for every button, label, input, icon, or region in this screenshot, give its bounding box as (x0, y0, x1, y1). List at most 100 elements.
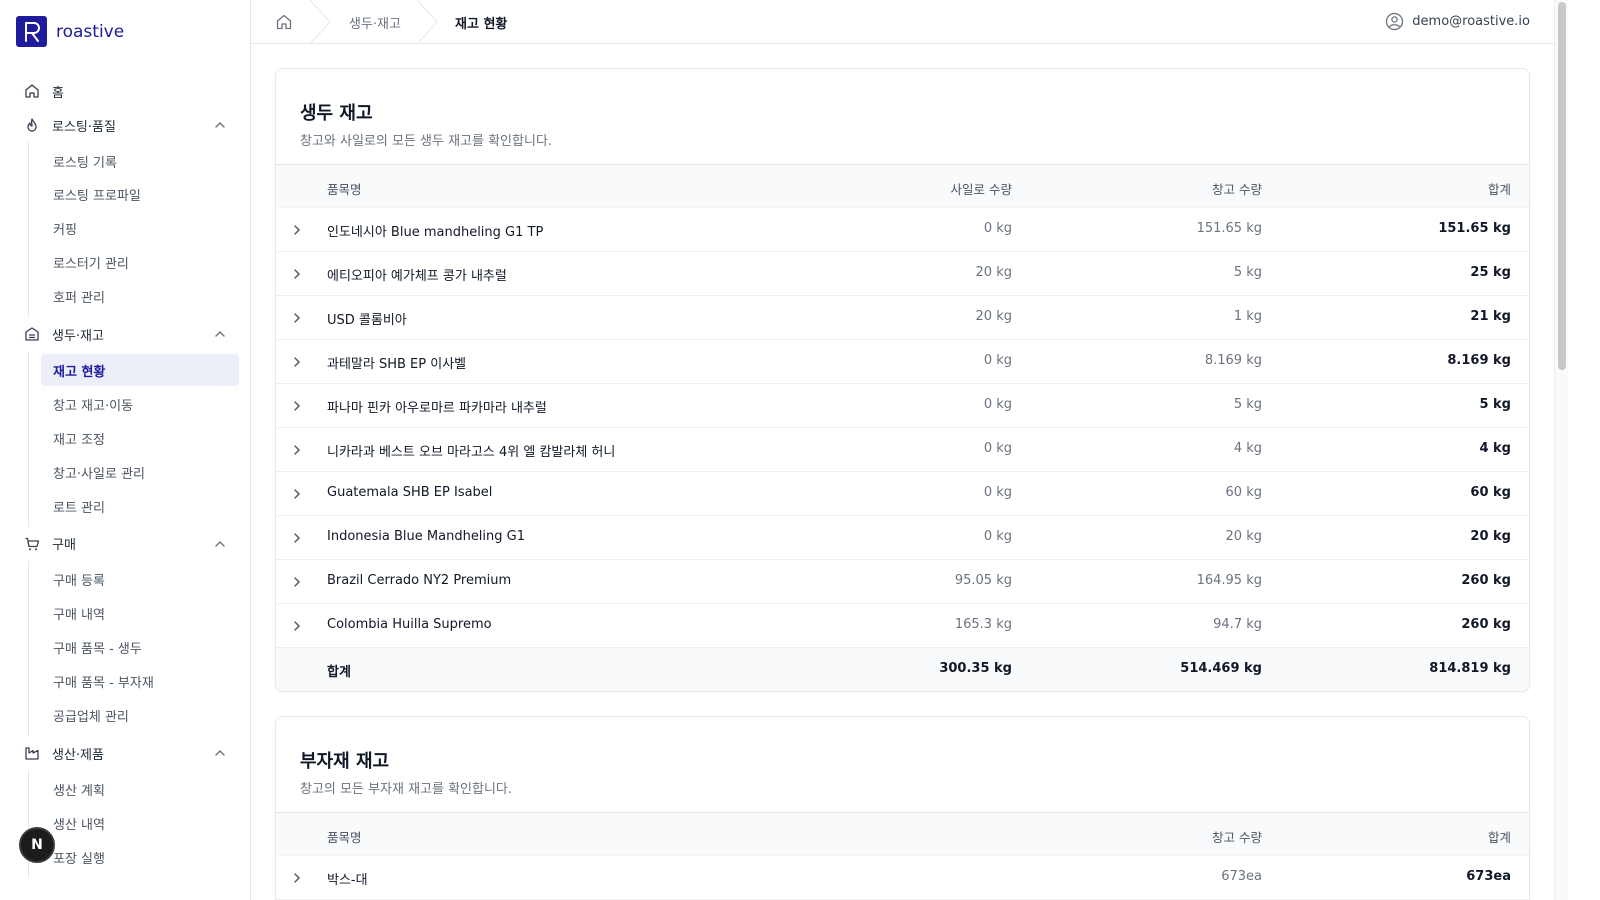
cart-icon (24, 536, 40, 552)
item-warehouse-qty: 151.65 kg (1196, 221, 1262, 236)
item-name: 박스-대 (327, 873, 368, 888)
chevron-right-icon[interactable] (290, 223, 304, 237)
column-header-silo: 사일로 수량 (950, 182, 1012, 197)
table-header: 품목명 사일로 수량 창고 수량 합계 (276, 164, 1529, 208)
item-silo-qty: 20 kg (975, 309, 1012, 324)
section-description: 창고의 모든 부자재 재고를 확인합니다. (300, 782, 513, 797)
chevron-up-icon (214, 328, 226, 340)
item-warehouse-qty: 94.7 kg (1213, 617, 1262, 632)
brand-name: roastive (56, 21, 125, 42)
sidebar-group-purchase[interactable]: 구매 (0, 527, 250, 561)
column-header-name: 품목명 (327, 182, 362, 197)
factory-icon (24, 745, 40, 761)
sidebar-item-stock-status[interactable]: 재고 현황 (41, 354, 239, 387)
table-row[interactable]: 니카라과 베스트 오브 마라고스 4위 엘 캄발라체 허니 0 kg 4 kg 4 k… (276, 428, 1529, 472)
chevron-up-icon (214, 747, 226, 759)
table-row[interactable]: 박스-대 673ea 673ea (276, 856, 1529, 900)
table-row[interactable]: Indonesia Blue Mandheling G1 0 kg 20 kg 20 … (276, 516, 1529, 560)
sidebar-item-stock-adjustment[interactable]: 재고 조정 (41, 422, 239, 454)
sidebar-item-roaster-management[interactable]: 로스터기 관리 (41, 247, 239, 279)
sidebar-group-roasting[interactable]: 로스팅·품질 (0, 108, 250, 142)
brand-logo[interactable]: roastive (16, 16, 124, 47)
chevron-right-icon[interactable] (290, 871, 304, 885)
scrollbar-thumb[interactable] (1558, 2, 1566, 370)
item-silo-qty: 165.3 kg (954, 617, 1012, 632)
item-name: 니카라과 베스트 오브 마라고스 4위 엘 캄발라체 허니 (327, 445, 616, 460)
item-total: 8.169 kg (1447, 353, 1511, 368)
sidebar-item-purchase-register[interactable]: 구매 등록 (41, 564, 239, 596)
item-name: USD 콜롬비아 (327, 313, 407, 328)
item-silo-qty: 0 kg (983, 397, 1012, 412)
chevron-right-icon[interactable] (290, 619, 304, 633)
sidebar-item-purchase-materials[interactable]: 구매 품목 - 부자재 (41, 666, 239, 698)
sidebar-item-label: 홈 (52, 85, 64, 101)
chevron-right-icon[interactable] (290, 575, 304, 589)
sidebar-item-supplier-management[interactable]: 공급업체 관리 (41, 699, 239, 731)
breadcrumb-current: 재고 현황 (455, 17, 508, 32)
sidebar-item-roasting-profile[interactable]: 로스팅 프로파일 (41, 179, 239, 211)
breadcrumb-item[interactable]: 생두·재고 (349, 13, 401, 32)
chevron-right-icon[interactable] (290, 399, 304, 413)
section-title: 부자재 재고 (300, 751, 390, 772)
sidebar-group-production[interactable]: 생산·제품 (0, 736, 250, 770)
item-silo-qty: 0 kg (983, 529, 1012, 544)
green-stock-card: 생두 재고 창고와 사일로의 모든 생두 재고를 확인합니다. 품목명 사일로 … (275, 68, 1530, 692)
sidebar-group-label: 구매 (52, 538, 76, 554)
chevron-right-icon[interactable] (290, 311, 304, 325)
sidebar-nav: 홈 로스팅·품질 로스팅 기록 로스팅 프로파일 커핑 로스터기 관리 호퍼 관… (0, 74, 250, 879)
item-silo-qty: 0 kg (983, 221, 1012, 236)
summary-silo: 300.35 kg (939, 661, 1012, 676)
sidebar-item-roasting-log[interactable]: 로스팅 기록 (41, 145, 239, 177)
user-menu[interactable]: demo@roastive.io (1385, 12, 1530, 31)
sidebar-item-production-plan[interactable]: 생산 계획 (41, 773, 239, 805)
item-warehouse-qty: 1 kg (1233, 309, 1262, 324)
item-warehouse-qty: 5 kg (1233, 397, 1262, 412)
item-total: 260 kg (1461, 617, 1511, 632)
sidebar-item-packaging-run[interactable]: 포장 실행 (41, 841, 239, 873)
item-warehouse-qty: 5 kg (1233, 265, 1262, 280)
table-row[interactable]: Brazil Cerrado NY2 Premium 95.05 kg 164.95… (276, 560, 1529, 604)
sidebar-item-production-history[interactable]: 생산 내역 (41, 807, 239, 839)
sidebar-item-cupping[interactable]: 커핑 (41, 213, 239, 245)
warehouse-icon (24, 326, 40, 342)
chevron-right-icon[interactable] (290, 267, 304, 281)
item-total: 4 kg (1479, 441, 1511, 456)
table-row[interactable]: Colombia Huilla Supremo 165.3 kg 94.7 kg 26… (276, 604, 1529, 648)
sidebar-item-hopper-management[interactable]: 호퍼 관리 (41, 281, 239, 313)
table-row[interactable]: 파나마 핀카 아우로마르 파카마라 내추럴 0 kg 5 kg 5 kg (276, 384, 1529, 428)
table-row[interactable]: 에티오피아 예가체프 콩가 내추럴 20 kg 5 kg 25 kg (276, 252, 1529, 296)
sidebar-item-home[interactable]: 홈 (0, 74, 250, 108)
item-name: 에티오피아 예가체프 콩가 내추럴 (327, 269, 507, 284)
sidebar-group-label: 생산·제품 (52, 747, 104, 763)
chevron-right-icon[interactable] (290, 355, 304, 369)
sidebar-group-green-inventory[interactable]: 생두·재고 (0, 317, 250, 351)
item-total: 260 kg (1461, 573, 1511, 588)
sidebar-item-warehouse-silo-management[interactable]: 창고·사일로 관리 (41, 456, 239, 488)
sidebar-item-warehouse-transfer[interactable]: 창고 재고·이동 (41, 388, 239, 420)
item-silo-qty: 20 kg (975, 265, 1012, 280)
chevron-right-icon[interactable] (290, 531, 304, 545)
table-row[interactable]: 과테말라 SHB EP 이사벨 0 kg 8.169 kg 8.169 kg (276, 340, 1529, 384)
item-warehouse-qty: 60 kg (1225, 485, 1262, 500)
item-silo-qty: 0 kg (983, 485, 1012, 500)
item-name: Indonesia Blue Mandheling G1 (327, 529, 526, 544)
sidebar-item-purchase-history[interactable]: 구매 내역 (41, 598, 239, 630)
column-header-total: 합계 (1487, 830, 1511, 845)
chevron-right-icon[interactable] (290, 487, 304, 501)
item-total: 60 kg (1470, 485, 1511, 500)
floating-action-button[interactable]: N (19, 827, 55, 863)
column-header-total: 합계 (1487, 182, 1511, 197)
sidebar-item-lot-management[interactable]: 로트 관리 (41, 490, 239, 522)
sidebar-group-label: 생두·재고 (52, 328, 104, 344)
table-row[interactable]: Guatemala SHB EP Isabel 0 kg 60 kg 60 kg (276, 472, 1529, 516)
sidebar-item-purchase-green[interactable]: 구매 품목 - 생두 (41, 632, 239, 664)
table-row[interactable]: USD 콜롬비아 20 kg 1 kg 21 kg (276, 296, 1529, 340)
material-stock-card: 부자재 재고 창고의 모든 부자재 재고를 확인합니다. 품목명 창고 수량 합… (275, 716, 1530, 900)
table-row[interactable]: 인도네시아 Blue mandheling G1 TP 0 kg 151.65 kg… (276, 208, 1529, 252)
item-name: 과테말라 SHB EP 이사벨 (327, 357, 467, 372)
table-row-summary: 합계 300.35 kg 514.469 kg 814.819 kg (276, 648, 1529, 691)
page-scrollbar[interactable] (1554, 0, 1568, 900)
item-name: Guatemala SHB EP Isabel (327, 485, 493, 500)
chevron-right-icon[interactable] (290, 443, 304, 457)
home-icon[interactable] (275, 13, 293, 31)
